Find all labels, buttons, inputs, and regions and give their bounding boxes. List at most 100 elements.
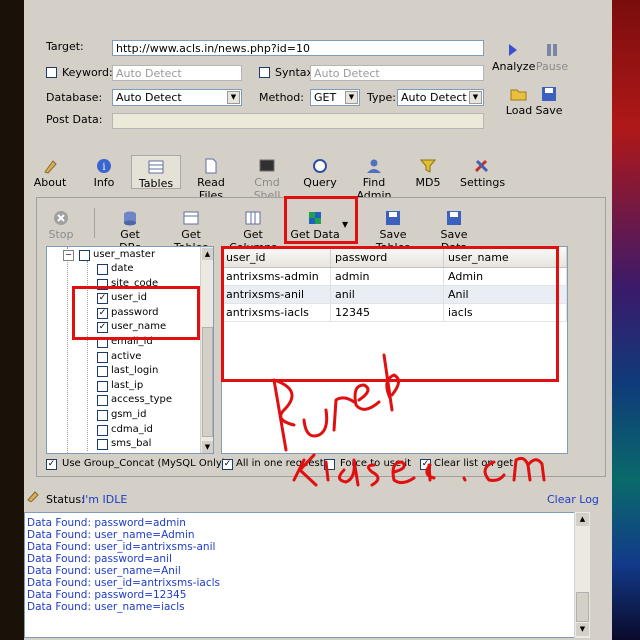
database-select[interactable]: Auto Detect ▼ (112, 89, 242, 106)
tab-info[interactable]: i Info (84, 158, 124, 189)
tree-node-last-login[interactable]: last_login (47, 365, 197, 379)
tab-about-label: About (33, 176, 67, 189)
tree-node-date[interactable]: date (47, 263, 197, 277)
tree-node-label: user_master (93, 249, 156, 260)
log-output[interactable]: Data Found: password=admin Data Found: us… (24, 512, 590, 638)
handwritten-scribble (272, 353, 546, 487)
scroll-down-icon[interactable]: ▼ (202, 441, 213, 453)
all-in-one-checkbox[interactable]: ✓ (222, 459, 233, 470)
floppy-disk-icon (447, 211, 461, 225)
tree-node-user-master[interactable]: − user_master (47, 249, 207, 263)
havij-window: Target: http://www.acls.in/news.php?id=1… (24, 0, 612, 640)
status-value: I'm IDLE (82, 493, 128, 506)
group-concat-label: Use Group_Concat (MySQL Only) (62, 458, 226, 469)
log-scrollbar[interactable]: ▲ ▼ (574, 512, 590, 638)
load-label: Load (505, 104, 533, 117)
pause-button[interactable]: Pause (534, 42, 570, 73)
analyze-button[interactable]: Analyze (492, 42, 536, 73)
scroll-thumb[interactable] (576, 592, 589, 622)
columns-tree: − user_master date site_code ✓ user_id ✓ pass… (46, 246, 214, 454)
info-icon: i (97, 159, 111, 173)
status-icon (27, 491, 39, 502)
tree-scrollbar[interactable]: ▲ ▼ (200, 247, 213, 453)
tree-checkbox[interactable] (97, 395, 108, 407)
type-label: Type: (367, 91, 396, 104)
database-select-value: Auto Detect (116, 91, 182, 104)
tree-node-label: access_type (111, 394, 173, 406)
tree-node-active[interactable]: active (47, 351, 197, 365)
highlight-box-columns (72, 286, 200, 340)
save-label: Save (535, 104, 563, 117)
tree-checkbox[interactable] (97, 424, 108, 436)
save-button[interactable]: Save (534, 86, 564, 117)
method-select[interactable]: GET ▼ (310, 89, 360, 106)
tree-checkbox[interactable] (97, 410, 108, 421)
target-input[interactable]: http://www.acls.in/news.php?id=10 (112, 40, 484, 56)
method-label: Method: (259, 91, 304, 104)
tab-info-label: Info (93, 176, 115, 189)
scroll-up-icon[interactable]: ▲ (202, 248, 213, 260)
tree-checkbox[interactable] (97, 264, 108, 275)
chevron-down-icon: ▼ (345, 91, 358, 104)
tree-checkbox[interactable] (97, 439, 108, 451)
tab-settings[interactable]: Settings (460, 158, 505, 189)
terminal-icon (259, 159, 275, 172)
tab-tables-label: Tables (138, 177, 174, 190)
columns-icon (245, 211, 261, 225)
highlight-box-get-data (284, 196, 358, 244)
type-select[interactable]: Auto Detect ▼ (397, 89, 484, 106)
floppy-disk-icon (542, 87, 556, 101)
stop-button[interactable]: Stop (44, 210, 78, 241)
log-lines: Data Found: password=admin Data Found: us… (27, 517, 589, 613)
tree-node-access-type[interactable]: access_type (47, 394, 197, 408)
log-line: Data Found: password=12345 (27, 589, 187, 601)
tree-node-label: gsm_id (111, 409, 147, 420)
method-select-value: GET (314, 91, 337, 104)
tree-checkbox[interactable] (97, 380, 108, 392)
play-icon (509, 44, 517, 56)
desktop-background-left (0, 0, 24, 640)
collapse-icon[interactable]: − (63, 250, 74, 261)
tab-md5-label: MD5 (415, 176, 441, 189)
tree-node-label: last_login (111, 365, 159, 377)
log-line: Data Found: user_id=antrixsms-iacls (27, 577, 221, 589)
folder-open-icon (510, 89, 527, 101)
floppy-disk-icon (386, 211, 400, 225)
about-icon (44, 160, 57, 174)
tree-node-last-ip[interactable]: last_ip (47, 380, 197, 394)
tab-about[interactable]: About (32, 158, 68, 189)
syntax-checkbox[interactable] (259, 67, 270, 78)
document-icon (205, 158, 217, 174)
tab-tables[interactable]: Tables (131, 155, 181, 190)
tree-checkbox[interactable] (97, 351, 108, 363)
tree-node-gsm-id[interactable]: gsm_id (47, 409, 197, 423)
keyword-checkbox[interactable] (46, 67, 57, 78)
tab-query[interactable]: Query (302, 158, 338, 189)
load-button[interactable]: Load (504, 86, 534, 117)
postdata-input[interactable] (112, 113, 484, 129)
tab-md5[interactable]: MD5 (410, 158, 446, 189)
tab-read-files[interactable]: Read Files (186, 158, 236, 202)
database-label: Database: (46, 91, 103, 104)
database-icon (124, 211, 136, 226)
desktop-background-right (612, 0, 640, 640)
log-line: Data Found: user_name=Anil (27, 565, 181, 577)
scroll-down-icon[interactable]: ▼ (576, 623, 589, 636)
log-line: Data Found: password=anil (27, 553, 172, 565)
tree-node-sms-bal[interactable]: sms_bal (47, 438, 197, 452)
tree-node-cdma-id[interactable]: cdma_id (47, 424, 197, 438)
syntax-input[interactable]: Auto Detect (310, 65, 484, 81)
log-line: Data Found: user_id=antrixsms-anil (27, 541, 216, 553)
scroll-thumb[interactable] (202, 327, 213, 437)
chevron-down-icon: ▼ (469, 91, 482, 104)
table-icon (183, 211, 199, 225)
stop-label: Stop (48, 228, 74, 241)
analyze-label: Analyze (492, 60, 536, 73)
tree-checkbox[interactable] (97, 366, 108, 378)
keyword-input[interactable]: Auto Detect (112, 65, 242, 81)
tree-node-label: last_ip (111, 379, 144, 391)
group-concat-checkbox[interactable]: ✓ (46, 459, 57, 470)
tree-checkbox[interactable] (79, 250, 90, 261)
type-select-value: Auto Detect (401, 91, 467, 104)
tree-node-label: cdma_id (111, 423, 153, 435)
